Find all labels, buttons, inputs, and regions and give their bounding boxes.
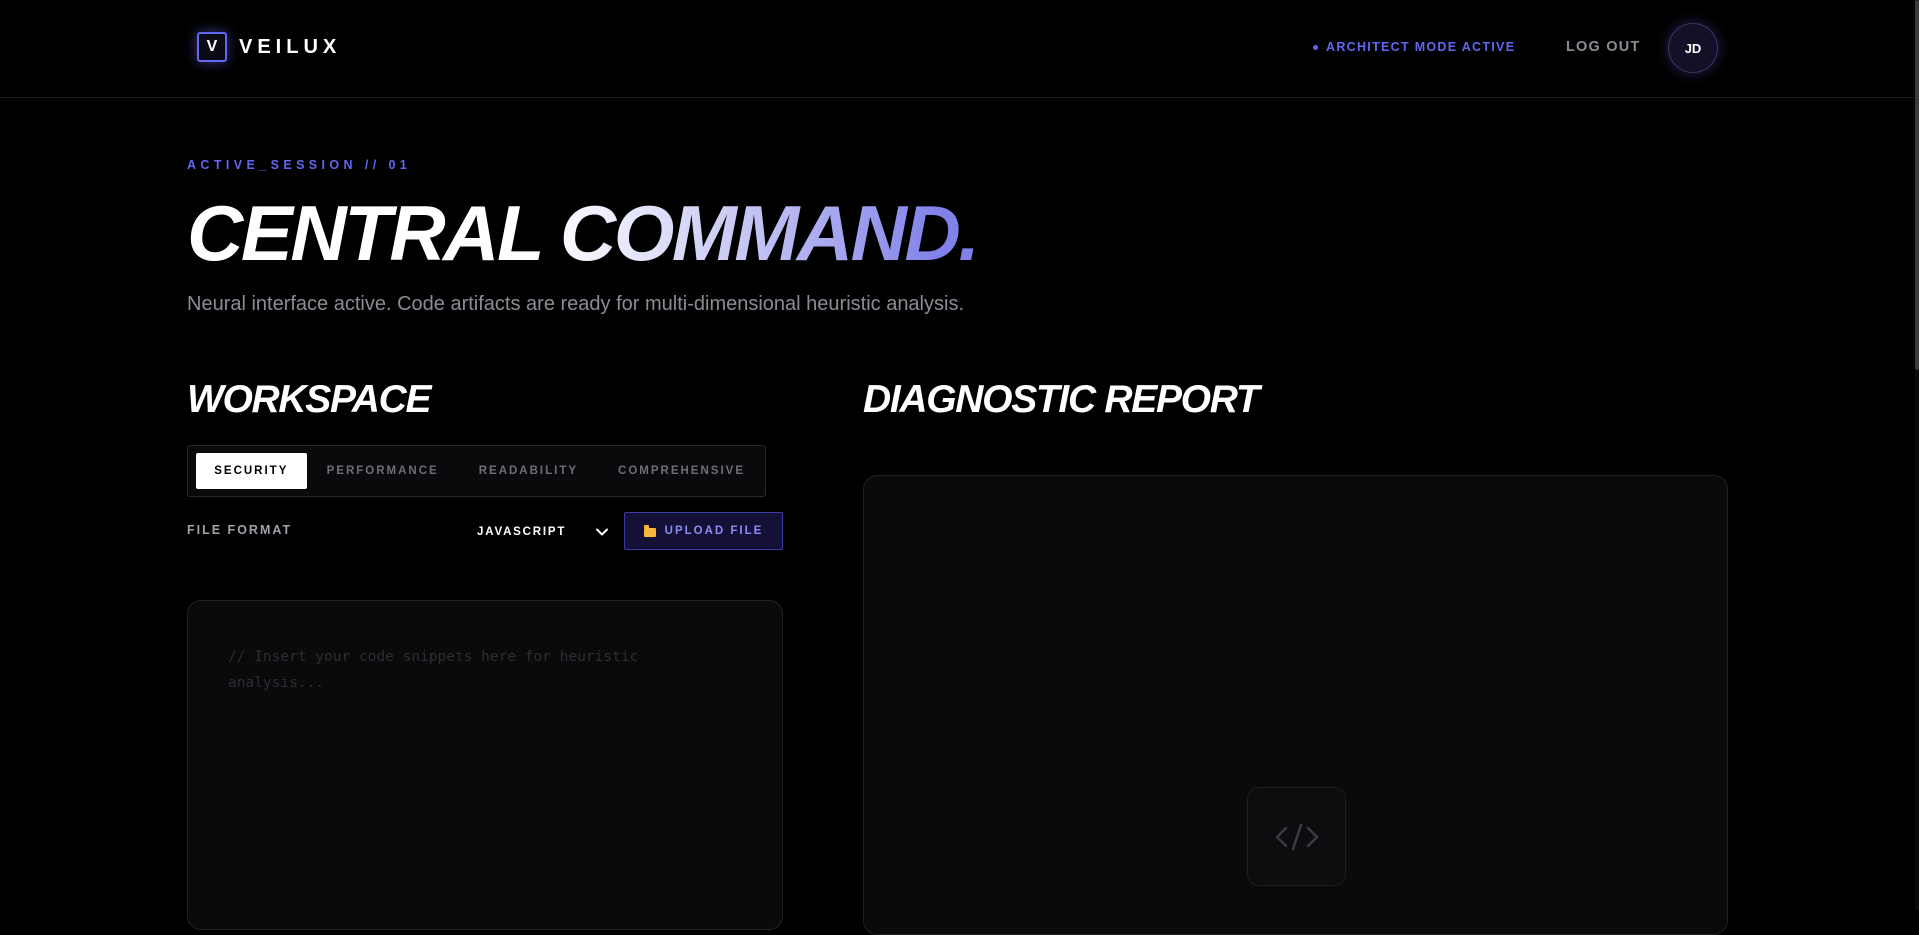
- logout-button[interactable]: LOG OUT: [1566, 39, 1640, 55]
- code-icon: [1275, 823, 1318, 850]
- chevron-down-icon: [596, 528, 608, 536]
- scrollbar-thumb[interactable]: [1915, 0, 1919, 370]
- code-editor: [187, 600, 783, 930]
- code-input[interactable]: [228, 644, 742, 886]
- session-label: ACTIVE_SESSION // 01: [187, 158, 412, 172]
- avatar[interactable]: JD: [1668, 23, 1718, 73]
- language-select[interactable]: JAVASCRIPT: [477, 520, 609, 544]
- folder-icon: [643, 524, 656, 537]
- workspace-title: WORKSPACE: [187, 378, 432, 421]
- tab-performance[interactable]: PERFORMANCE: [307, 453, 459, 489]
- page-title: CENTRAL COMMAND.: [187, 183, 980, 283]
- mode-status: ARCHITECT MODE ACTIVE: [1313, 40, 1515, 54]
- diagnostic-report-panel: [863, 475, 1728, 935]
- brand-mark-icon: V: [197, 32, 227, 62]
- tab-readability[interactable]: READABILITY: [459, 453, 598, 489]
- upload-file-label: UPLOAD FILE: [664, 525, 764, 537]
- language-select-value: JAVASCRIPT: [477, 526, 567, 538]
- status-dot-icon: [1313, 44, 1318, 50]
- brand-name: VEILUX: [239, 35, 342, 58]
- upload-file-button[interactable]: UPLOAD FILE: [624, 512, 783, 550]
- analysis-tabs: SECURITY PERFORMANCE READABILITY COMPREH…: [187, 445, 766, 497]
- brand-logo[interactable]: V VEILUX: [197, 32, 341, 62]
- empty-state-icon-box: [1247, 787, 1346, 886]
- tab-security[interactable]: SECURITY: [196, 453, 307, 489]
- page-subtitle: Neural interface active. Code artifacts …: [187, 293, 965, 315]
- file-format-label: FILE FORMAT: [187, 523, 293, 537]
- mode-status-label: ARCHITECT MODE ACTIVE: [1326, 40, 1516, 54]
- tab-comprehensive[interactable]: COMPREHENSIVE: [598, 453, 765, 489]
- top-nav: V VEILUX ARCHITECT MODE ACTIVE LOG OUT J…: [0, 0, 1919, 98]
- diagnostic-report-title: DIAGNOSTIC REPORT: [863, 378, 1260, 421]
